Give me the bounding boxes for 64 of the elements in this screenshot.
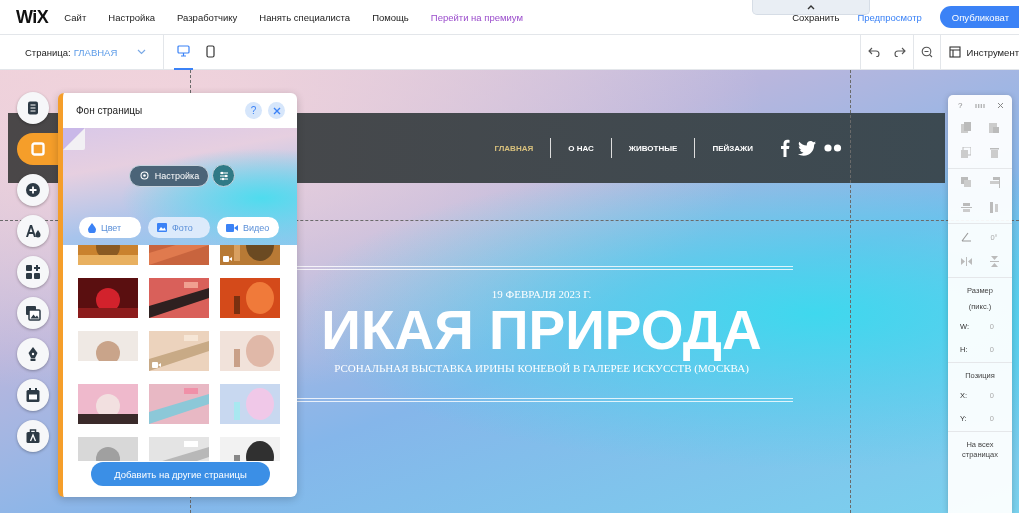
menu-item[interactable]: Настройка xyxy=(108,11,156,23)
media-icon[interactable] xyxy=(25,305,41,321)
hero-subtitle: РСОНАЛЬНАЯ ВЫСТАВКА ИРИНЫ КОНЕВОЙ В ГАЛЕРЕЕ ИСКУССТВ (МОСКВА) xyxy=(333,362,750,374)
calendar-rail-button[interactable] xyxy=(17,379,49,411)
apps-rail-button[interactable] xyxy=(17,256,49,288)
customize-button[interactable]: Настройка xyxy=(128,164,210,187)
twitter-icon[interactable] xyxy=(798,140,816,156)
add-to-pages-button[interactable]: Добавить на другие страницы xyxy=(91,462,270,486)
facebook-icon[interactable] xyxy=(780,139,790,157)
design-icon[interactable] xyxy=(25,223,41,239)
design-rail-button[interactable] xyxy=(17,215,49,247)
media-rail-button[interactable] xyxy=(17,297,49,329)
menu-item[interactable]: Сайт xyxy=(64,11,87,23)
close-icon[interactable] xyxy=(272,106,281,115)
undo-icon[interactable] xyxy=(867,47,880,57)
site-nav-link[interactable]: О НАС xyxy=(551,143,611,153)
background-rail-button[interactable] xyxy=(17,133,58,165)
help-link[interactable]: ? xyxy=(958,101,963,110)
wix-logo[interactable]: WiX xyxy=(16,6,49,28)
drag-handle-icon[interactable] xyxy=(974,103,985,108)
menu-item[interactable]: Перейти на премиум xyxy=(430,11,523,23)
site-nav-link[interactable]: ПЕЙЗАЖИ xyxy=(695,143,770,153)
pages-rail-button[interactable] xyxy=(17,92,49,124)
rotate-icon[interactable] xyxy=(960,232,972,242)
calendar-icon[interactable] xyxy=(25,387,41,403)
help-button[interactable]: ? xyxy=(245,102,262,119)
save-link[interactable]: Сохранить xyxy=(792,11,840,23)
redo-icon[interactable] xyxy=(893,47,906,57)
publish-button[interactable]: Опубликоват xyxy=(939,6,1019,28)
preview-link[interactable]: Предпросмотр xyxy=(857,11,922,23)
panel-layout-icon[interactable] xyxy=(948,46,961,58)
chevron-down-icon[interactable] xyxy=(137,49,147,55)
portfolio-icon[interactable] xyxy=(25,428,41,444)
add-icon[interactable] xyxy=(25,182,41,198)
source-tab[interactable]: Фото xyxy=(148,217,210,238)
caret-up-icon[interactable] xyxy=(807,4,815,10)
video-camera-icon[interactable] xyxy=(226,223,238,232)
panel-title: Фон страницы xyxy=(76,105,144,116)
pen-rail-button[interactable] xyxy=(17,338,49,370)
site-nav-link[interactable]: ГЛАВНАЯ xyxy=(477,143,551,153)
tools-button[interactable]: Инструмент xyxy=(948,46,1019,58)
close-icon[interactable] xyxy=(997,102,1004,109)
apps-icon[interactable] xyxy=(25,264,41,280)
menu-item[interactable]: Помощь xyxy=(372,11,409,23)
settings-icon[interactable] xyxy=(138,170,150,181)
source-tab[interactable]: Видео xyxy=(217,217,279,238)
drop-icon[interactable] xyxy=(88,222,96,233)
menu-item[interactable]: Разработчику xyxy=(177,11,238,23)
page-label: Страница: xyxy=(25,46,71,58)
menu-item[interactable]: Нанять специалиста xyxy=(259,11,351,23)
sliders-icon[interactable] xyxy=(217,169,230,182)
close-button[interactable] xyxy=(268,102,285,119)
portfolio-rail-button[interactable] xyxy=(17,420,49,452)
add-rail-button[interactable] xyxy=(17,174,49,206)
zoom-out-icon[interactable] xyxy=(920,46,933,58)
flickr-icon[interactable] xyxy=(824,144,842,152)
pages-icon[interactable] xyxy=(25,100,41,116)
event-date: 19 ФЕВРАЛЯ 2023 Г. xyxy=(490,288,593,300)
site-nav-link[interactable]: ЖИВОТНЫЕ xyxy=(611,143,695,153)
page-corner-icon xyxy=(63,128,85,150)
source-tab[interactable]: Цвет xyxy=(79,217,141,238)
image-icon[interactable] xyxy=(157,223,167,232)
adjust-button[interactable] xyxy=(212,164,236,187)
page-selector[interactable]: ГЛАВНАЯ xyxy=(73,46,118,58)
